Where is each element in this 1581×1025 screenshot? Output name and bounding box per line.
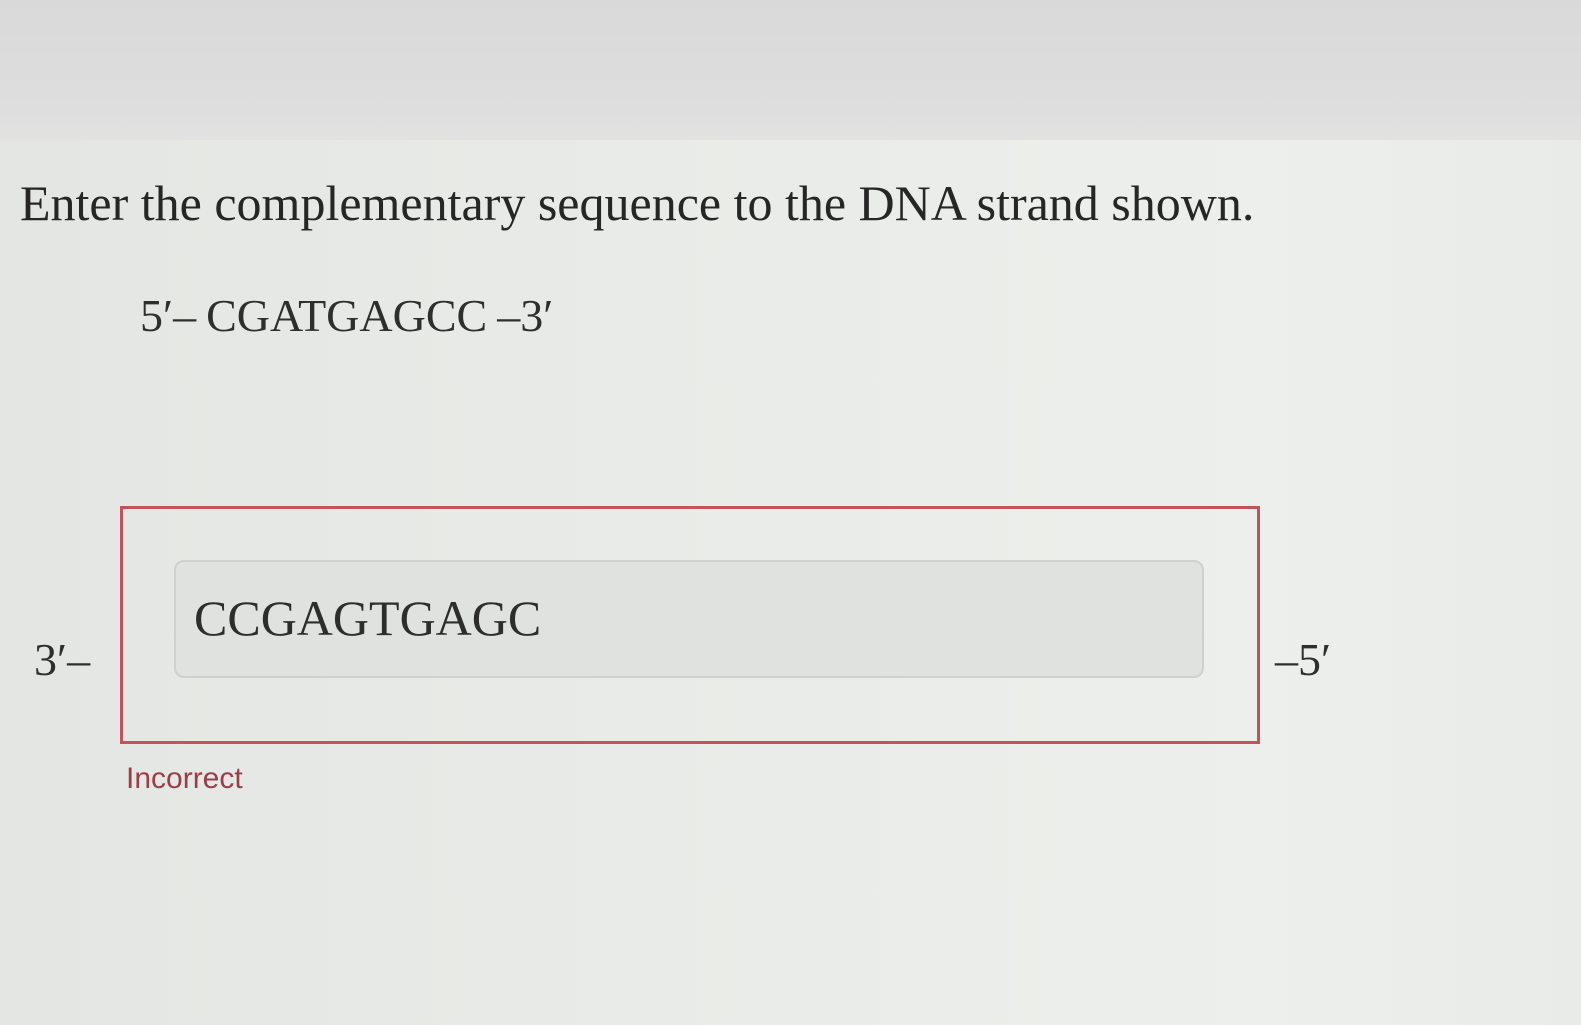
top-band [0, 0, 1581, 140]
given-sequence: CGATGAGCC [206, 290, 488, 341]
answer-five-prime-label: –5′ [1275, 634, 1332, 685]
five-prime-label: 5′– [140, 290, 197, 341]
given-dna-strand: 5′– CGATGAGCC –3′ [140, 288, 553, 344]
question-prompt: Enter the complementary sequence to the … [20, 175, 1255, 231]
complementary-sequence-input[interactable]: CCGAGTGAGC [174, 560, 1204, 678]
answer-three-prime-label: 3′– [34, 634, 91, 685]
three-prime-label: –3′ [497, 290, 554, 341]
incorrect-feedback: Incorrect [126, 762, 243, 795]
